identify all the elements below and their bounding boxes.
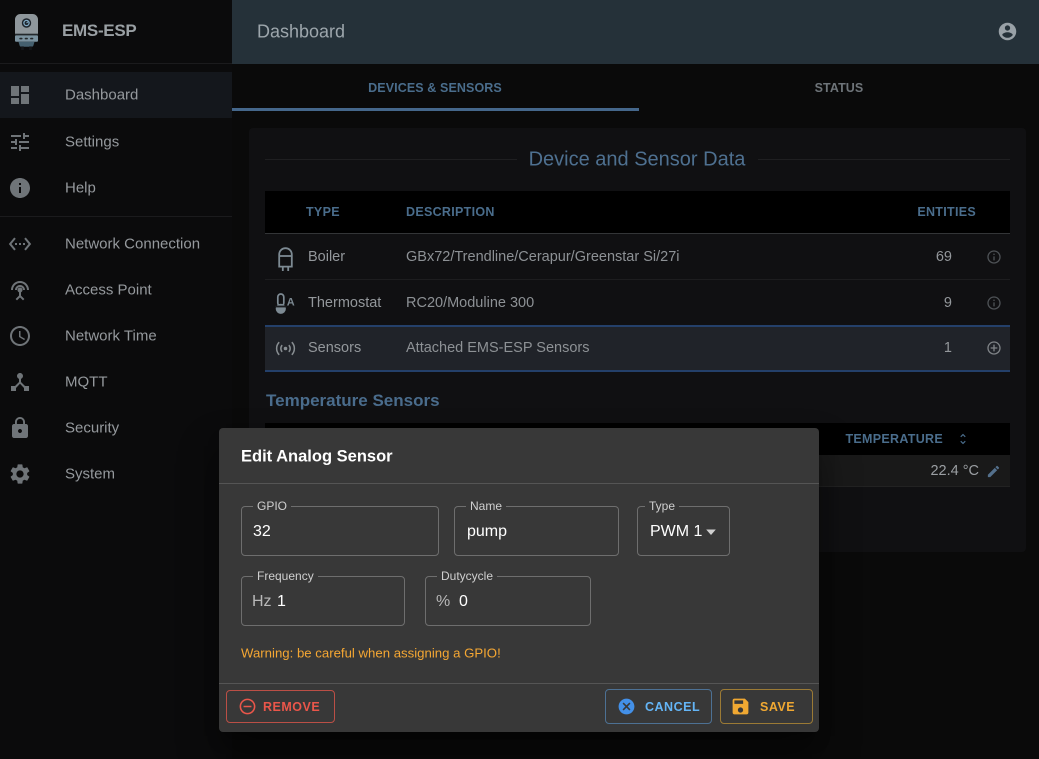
svg-text:A: A xyxy=(286,296,294,308)
